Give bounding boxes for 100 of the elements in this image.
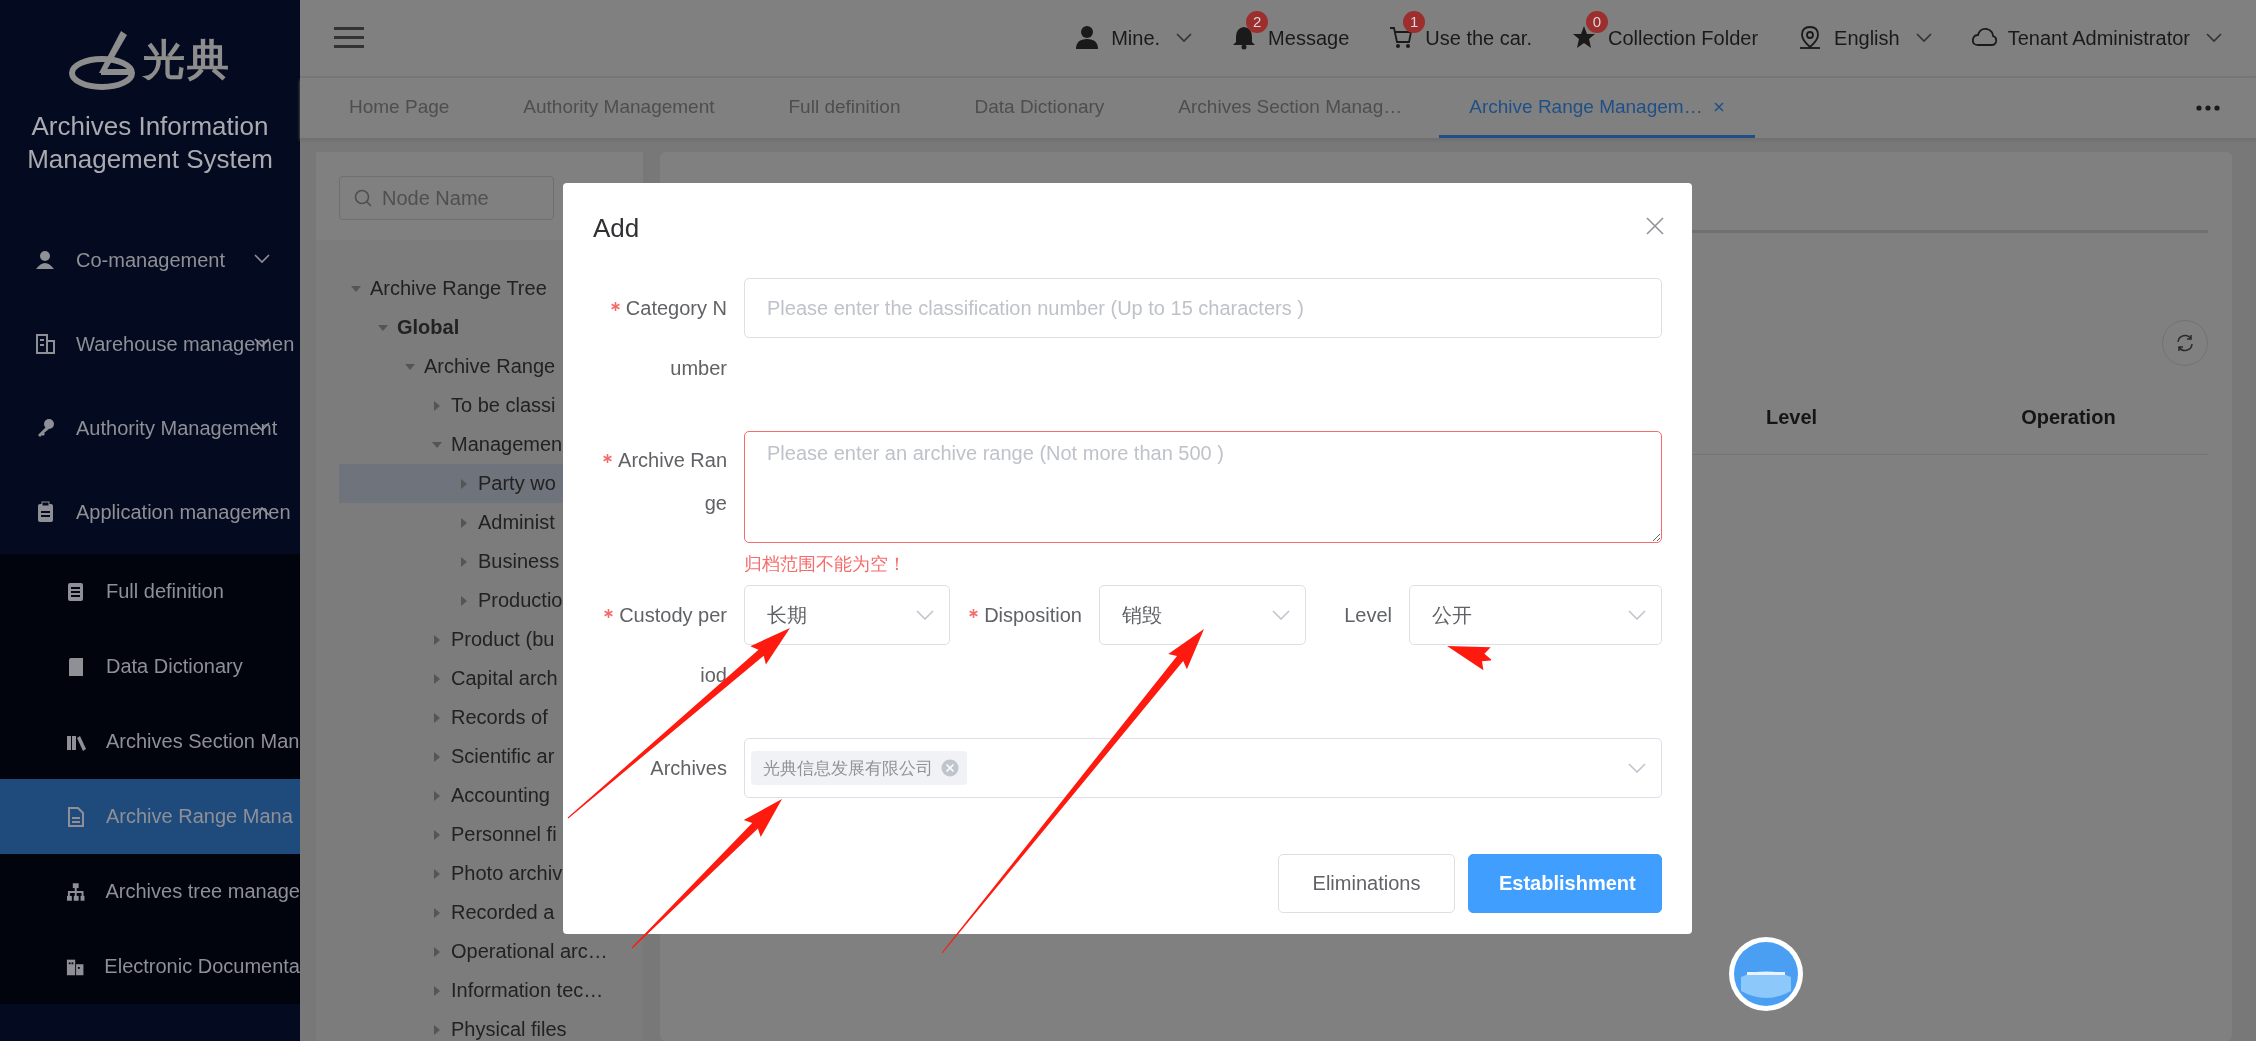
select-field[interactable]: 光典信息发展有限公司: [744, 738, 1662, 798]
node-label: Capital arch: [451, 667, 558, 690]
tree-node[interactable]: Recorded a: [339, 893, 643, 932]
menu-button[interactable]: [334, 25, 364, 51]
menu-item[interactable]: Application managemen: [0, 470, 300, 554]
toolbar-item[interactable]: 2 Message: [1232, 11, 1350, 51]
toolbar-label: Collection Folder: [1608, 26, 1759, 50]
tree-node[interactable]: Scientific ar: [339, 737, 643, 776]
tree-node[interactable]: Personnel fi: [339, 815, 643, 854]
more-icon: [2196, 105, 2220, 111]
tag-remove-button[interactable]: [941, 759, 959, 777]
select-field[interactable]: 公开: [1409, 585, 1662, 645]
document-icon: [66, 581, 86, 602]
column-header: Operation: [2021, 405, 2116, 429]
submenu-label: Electronic Documenta: [104, 955, 300, 978]
tree-node[interactable]: To be classi: [339, 386, 643, 425]
menu-icon: [334, 25, 364, 48]
toolbar-label: Mine.: [1111, 26, 1161, 50]
text-area[interactable]: Please enter an archive range (Not more than 500 ): [744, 431, 1662, 543]
tree-node[interactable]: Physical files: [339, 1010, 643, 1041]
floating-widget-icon: [1727, 935, 1805, 1013]
refresh-icon: [2175, 333, 2195, 353]
input-field[interactable]: Please enter the classification number (Up to 15 characters ): [744, 278, 1662, 338]
tree-node[interactable]: Operational arc…: [339, 932, 643, 971]
node-label: Operational arc…: [451, 940, 608, 963]
submenu-label: Full definition: [106, 580, 224, 603]
node-label: Physical files: [451, 1018, 567, 1041]
toolbar-item[interactable]: Mine.: [1075, 11, 1193, 51]
tag-label: 光典信息发展有限公司: [763, 757, 933, 780]
toolbar-item[interactable]: 0 Collection Folder: [1572, 11, 1759, 51]
menu-item[interactable]: Warehouse managemen: [0, 302, 300, 386]
toolbar-item[interactable]: English: [1798, 11, 1932, 51]
toolbar-item[interactable]: Tenant Administrator: [1971, 11, 2222, 51]
hierarchy-icon: [66, 881, 86, 902]
column-header: Level: [1766, 405, 1818, 429]
file-icon: [66, 806, 86, 827]
submenu-label: Data Dictionary: [106, 655, 243, 678]
select-value: 销毁: [1122, 602, 1162, 628]
person-icon: [35, 249, 57, 271]
field-label: Archives: [650, 757, 727, 779]
menu-label: Authority Management: [76, 416, 278, 440]
tree-node[interactable]: Information tec…: [339, 971, 643, 1010]
submenu-item[interactable]: Full definition: [0, 554, 300, 629]
close-icon: [1712, 100, 1725, 113]
node-label: Scientific ar: [451, 745, 555, 768]
node-label: Global: [397, 316, 460, 339]
menu-label: Application managemen: [76, 500, 291, 524]
node-label: Administ: [478, 511, 555, 534]
menu-item[interactable]: Co-management: [0, 218, 300, 302]
app-title: Archives Information Management System: [26, 110, 274, 176]
tree-node[interactable]: Accounting: [339, 776, 643, 815]
node-label: Managemen: [451, 433, 563, 456]
select-value: 公开: [1432, 602, 1472, 628]
logo-text: 光典: [143, 35, 231, 85]
toolbar-item[interactable]: 1 Use the car.: [1389, 11, 1532, 51]
annotation-arrow: [1447, 646, 1492, 671]
submenu-item[interactable]: Archives tree manage: [0, 854, 300, 929]
count-badge: 1: [1403, 11, 1426, 33]
secondary-button[interactable]: Eliminations: [1278, 854, 1455, 913]
submenu-label: Archive Range Mana: [106, 805, 293, 828]
toolbar-label: English: [1834, 26, 1900, 50]
select-value: 长期: [767, 602, 807, 628]
search-icon: [354, 189, 372, 207]
toolbar-label: Tenant Administrator: [2007, 26, 2190, 50]
node-label: Party wo: [478, 472, 556, 495]
primary-button[interactable]: Establishment: [1468, 854, 1662, 913]
submenu-item[interactable]: Archives Section Man: [0, 704, 300, 779]
node-label: Information tec…: [451, 979, 604, 1002]
node-label: Product (bu: [451, 628, 555, 651]
node-label: Photo archiv: [451, 862, 563, 885]
book-icon: [66, 656, 86, 677]
node-label: Productio: [478, 589, 563, 612]
node-label: Archive Range Tree: [370, 277, 547, 300]
close-icon: [1646, 217, 1664, 235]
remove-icon: [941, 759, 959, 777]
chevron-icon: [1628, 763, 1646, 773]
submenu-label: Archives Section Man: [106, 730, 300, 753]
menu-item[interactable]: Authority Management: [0, 386, 300, 470]
menu-label: Co-management: [76, 248, 225, 272]
submenu-item[interactable]: Electronic Documenta: [0, 929, 300, 1004]
node-label: Recorded a: [451, 901, 555, 924]
node-label: Personnel fi: [451, 823, 557, 846]
submenu-label: Archives tree manage: [105, 880, 300, 903]
tree-node[interactable]: Photo archiv: [339, 854, 643, 893]
dialog-title: Add: [593, 213, 640, 244]
tree-node[interactable]: Business: [339, 542, 643, 581]
tree-node[interactable]: Records of: [339, 698, 643, 737]
toolbar-label: Message: [1268, 26, 1350, 50]
tab[interactable]: Archive Range Managem…: [1439, 78, 1755, 138]
chevron-icon: [916, 610, 934, 620]
node-label: Archive Range: [424, 355, 556, 378]
submenu-item[interactable]: Archive Range Mana: [0, 779, 300, 854]
count-badge: 0: [1586, 11, 1608, 33]
node-label: Records of: [451, 706, 548, 729]
menu-label: Warehouse managemen: [76, 332, 295, 356]
select-field[interactable]: 销毁: [1099, 585, 1306, 645]
error-message: 归档范围不能为空！: [744, 553, 907, 575]
node-label: Accounting: [451, 784, 550, 807]
submenu-item[interactable]: Data Dictionary: [0, 629, 300, 704]
count-badge: 2: [1246, 11, 1269, 33]
